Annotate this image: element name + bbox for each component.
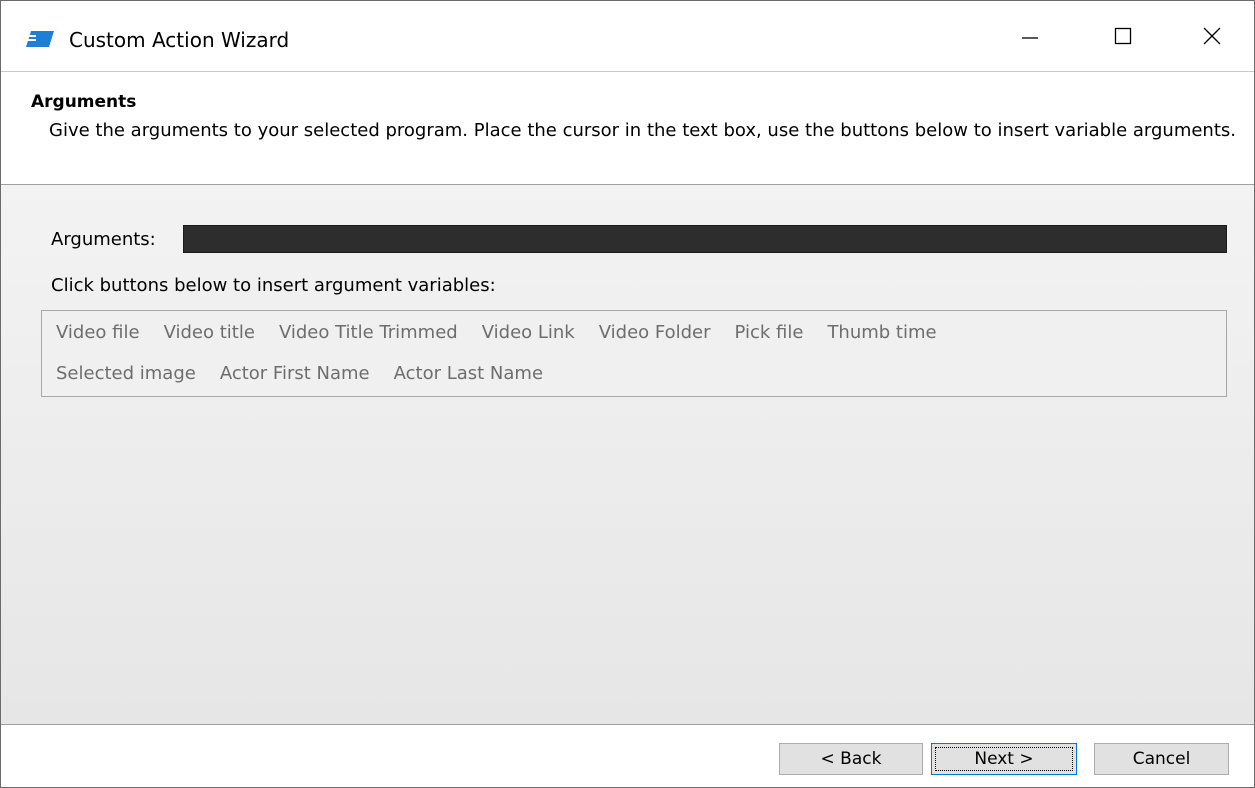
var-video-link-button[interactable]: Video Link bbox=[482, 322, 575, 343]
app-icon bbox=[25, 29, 55, 49]
var-video-title-button[interactable]: Video title bbox=[164, 322, 255, 343]
wizard-footer: < Back Next > Cancel bbox=[1, 724, 1254, 787]
var-actor-last-name-button[interactable]: Actor Last Name bbox=[394, 363, 543, 384]
var-video-folder-button[interactable]: Video Folder bbox=[599, 322, 711, 343]
arguments-label: Arguments: bbox=[51, 229, 156, 250]
arguments-input[interactable] bbox=[183, 225, 1227, 253]
var-pick-file-button[interactable]: Pick file bbox=[735, 322, 804, 343]
custom-action-wizard-window: Custom Action Wizard Arguments Give the … bbox=[0, 0, 1255, 788]
wizard-header: Arguments Give the arguments to your sel… bbox=[1, 72, 1254, 185]
insert-variables-hint: Click buttons below to insert argument v… bbox=[51, 275, 496, 296]
var-actor-first-name-button[interactable]: Actor First Name bbox=[220, 363, 370, 384]
back-button[interactable]: < Back bbox=[779, 743, 923, 775]
maximize-button[interactable] bbox=[1077, 1, 1169, 71]
page-title: Arguments bbox=[31, 92, 137, 112]
maximize-icon bbox=[1114, 27, 1132, 45]
page-description: Give the arguments to your selected prog… bbox=[49, 120, 1236, 141]
variable-buttons-panel: Video file Video title Video Title Trimm… bbox=[41, 310, 1227, 397]
close-icon bbox=[1203, 27, 1221, 45]
variable-row-2: Selected image Actor First Name Actor La… bbox=[56, 363, 543, 384]
minimize-icon bbox=[1022, 37, 1038, 39]
var-selected-image-button[interactable]: Selected image bbox=[56, 363, 196, 384]
next-button[interactable]: Next > bbox=[931, 743, 1077, 775]
close-button[interactable] bbox=[1166, 1, 1254, 71]
var-video-file-button[interactable]: Video file bbox=[56, 322, 140, 343]
variable-row-1: Video file Video title Video Title Trimm… bbox=[56, 322, 937, 343]
window-title: Custom Action Wizard bbox=[69, 28, 290, 52]
title-bar[interactable]: Custom Action Wizard bbox=[1, 1, 1254, 72]
wizard-body: Arguments: Click buttons below to insert… bbox=[1, 185, 1254, 724]
minimize-button[interactable] bbox=[984, 1, 1076, 71]
focus-rectangle bbox=[935, 747, 1073, 771]
var-thumb-time-button[interactable]: Thumb time bbox=[827, 322, 936, 343]
var-video-title-trimmed-button[interactable]: Video Title Trimmed bbox=[279, 322, 458, 343]
cancel-button[interactable]: Cancel bbox=[1094, 743, 1229, 775]
